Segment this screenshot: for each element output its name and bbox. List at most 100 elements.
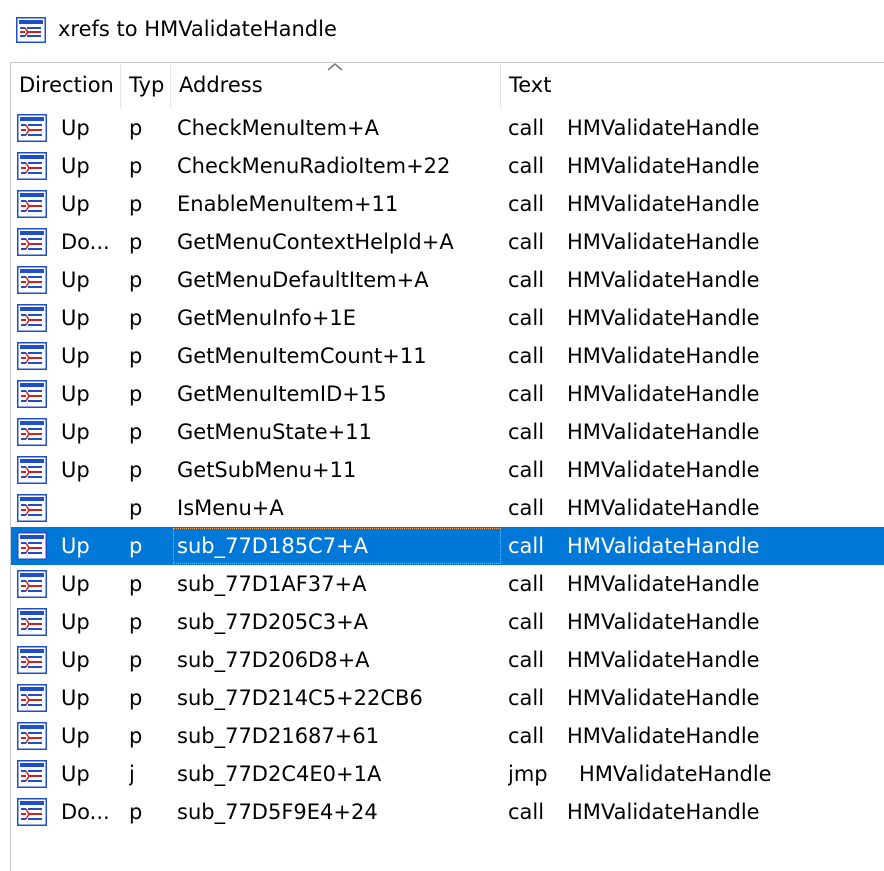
address-cell: GetMenuState+11 (177, 420, 372, 444)
instruction-cell: call (508, 344, 545, 368)
address-cell: sub_77D206D8+A (177, 648, 370, 672)
type-cell: p (129, 458, 143, 482)
type-cell: p (129, 382, 143, 406)
xref-entry-icon (17, 456, 47, 484)
table-row[interactable]: Up p CheckMenuItem+A call HMValidateHand… (11, 109, 884, 147)
target-cell: HMValidateHandle (567, 116, 760, 140)
target-cell: HMValidateHandle (567, 306, 760, 330)
instruction-cell: call (508, 382, 545, 406)
column-header-type[interactable]: Typ (121, 63, 171, 108)
target-cell: HMValidateHandle (567, 496, 760, 520)
instruction-cell: call (508, 268, 545, 292)
direction-cell: Up (61, 268, 90, 292)
type-cell: p (129, 534, 143, 558)
target-cell: HMValidateHandle (567, 686, 760, 710)
type-cell: p (129, 800, 143, 824)
table-row[interactable]: Up p sub_77D21687+61 call HMValidateHand… (11, 717, 884, 755)
list-header: Direction Typ Address Text (11, 63, 884, 108)
instruction-cell: call (508, 572, 545, 596)
table-row[interactable]: Up p GetMenuDefaultItem+A call HMValidat… (11, 261, 884, 299)
table-row[interactable]: Up j sub_77D2C4E0+1A jmp HMValidateHandl… (11, 755, 884, 793)
table-row[interactable]: Up p EnableMenuItem+11 call HMValidateHa… (11, 185, 884, 223)
type-cell: p (129, 496, 143, 520)
instruction-cell: call (508, 192, 545, 216)
xref-entry-icon (17, 190, 47, 218)
target-cell: HMValidateHandle (567, 230, 760, 254)
table-row[interactable]: Up p GetMenuInfo+1E call HMValidateHandl… (11, 299, 884, 337)
address-cell: CheckMenuRadioItem+22 (177, 154, 451, 178)
column-header-text[interactable]: Text (501, 63, 884, 108)
table-row[interactable]: Up p sub_77D206D8+A call HMValidateHandl… (11, 641, 884, 679)
table-row[interactable]: Up p CheckMenuRadioItem+22 call HMValida… (11, 147, 884, 185)
instruction-cell: call (508, 648, 545, 672)
address-cell: sub_77D185C7+A (173, 528, 501, 564)
type-cell: p (129, 420, 143, 444)
column-header-direction[interactable]: Direction (11, 63, 121, 108)
address-cell: sub_77D2C4E0+1A (177, 762, 382, 786)
instruction-cell: call (508, 154, 545, 178)
target-cell: HMValidateHandle (567, 724, 760, 748)
type-cell: p (129, 724, 143, 748)
direction-cell: Up (61, 344, 90, 368)
instruction-cell: call (508, 534, 545, 558)
direction-cell: Up (61, 420, 90, 444)
type-cell: p (129, 572, 143, 596)
address-cell: GetMenuDefaultItem+A (177, 268, 429, 292)
table-row[interactable]: Up p GetSubMenu+11 call HMValidateHandle (11, 451, 884, 489)
instruction-cell: call (508, 800, 545, 824)
table-row[interactable]: Up p sub_77D1AF37+A call HMValidateHandl… (11, 565, 884, 603)
xref-entry-icon (17, 532, 47, 560)
address-cell: CheckMenuItem+A (177, 116, 380, 140)
table-row[interactable]: Up p sub_77D214C5+22CB6 call HMValidateH… (11, 679, 884, 717)
sort-ascending-icon (327, 63, 343, 71)
type-cell: p (129, 192, 143, 216)
target-cell: HMValidateHandle (567, 154, 760, 178)
type-cell: p (129, 306, 143, 330)
target-cell: HMValidateHandle (579, 762, 772, 786)
table-row[interactable]: Up p GetMenuItemCount+11 call HMValidate… (11, 337, 884, 375)
xref-entry-icon (17, 646, 47, 674)
target-cell: HMValidateHandle (567, 192, 760, 216)
xref-entry-icon (17, 722, 47, 750)
direction-cell: Up (61, 610, 90, 634)
xref-entry-icon (17, 304, 47, 332)
direction-cell: Up (61, 762, 90, 786)
type-cell: p (129, 116, 143, 140)
xref-list[interactable]: Direction Typ Address Text Up p CheckMen… (10, 62, 884, 871)
type-cell: p (129, 648, 143, 672)
table-row[interactable]: Up p sub_77D205C3+A call HMValidateHandl… (11, 603, 884, 641)
address-cell: IsMenu+A (177, 496, 284, 520)
instruction-cell: jmp (508, 762, 548, 786)
address-cell: sub_77D21687+61 (177, 724, 380, 748)
direction-cell: Up (61, 192, 90, 216)
xref-entry-icon (17, 266, 47, 294)
type-cell: p (129, 344, 143, 368)
address-cell: EnableMenuItem+11 (177, 192, 399, 216)
address-cell: GetMenuItemCount+11 (177, 344, 427, 368)
table-row[interactable]: Up p sub_77D185C7+A call HMValidateHandl… (11, 527, 884, 565)
xref-entry-icon (17, 380, 47, 408)
table-row[interactable]: Do... p GetMenuContextHelpId+A call HMVa… (11, 223, 884, 261)
target-cell: HMValidateHandle (567, 458, 760, 482)
xref-entry-icon (17, 342, 47, 370)
address-cell: sub_77D214C5+22CB6 (177, 686, 423, 710)
direction-cell: Up (61, 534, 90, 558)
table-row[interactable]: Up p GetMenuState+11 call HMValidateHand… (11, 413, 884, 451)
type-cell: p (129, 154, 143, 178)
address-cell: GetMenuInfo+1E (177, 306, 357, 330)
target-cell: HMValidateHandle (567, 420, 760, 444)
address-cell: sub_77D1AF37+A (177, 572, 367, 596)
target-cell: HMValidateHandle (567, 268, 760, 292)
xref-entry-icon (17, 608, 47, 636)
table-row[interactable]: p IsMenu+A call HMValidateHandle (11, 489, 884, 527)
direction-cell: Up (61, 382, 90, 406)
instruction-cell: call (508, 458, 545, 482)
address-cell: sub_77D5F9E4+24 (177, 800, 378, 824)
instruction-cell: call (508, 306, 545, 330)
table-row[interactable]: Do... p sub_77D5F9E4+24 call HMValidateH… (11, 793, 884, 831)
direction-cell: Up (61, 306, 90, 330)
target-cell: HMValidateHandle (567, 572, 760, 596)
type-cell: p (129, 268, 143, 292)
table-row[interactable]: Up p GetMenuItemID+15 call HMValidateHan… (11, 375, 884, 413)
direction-cell: Up (61, 648, 90, 672)
